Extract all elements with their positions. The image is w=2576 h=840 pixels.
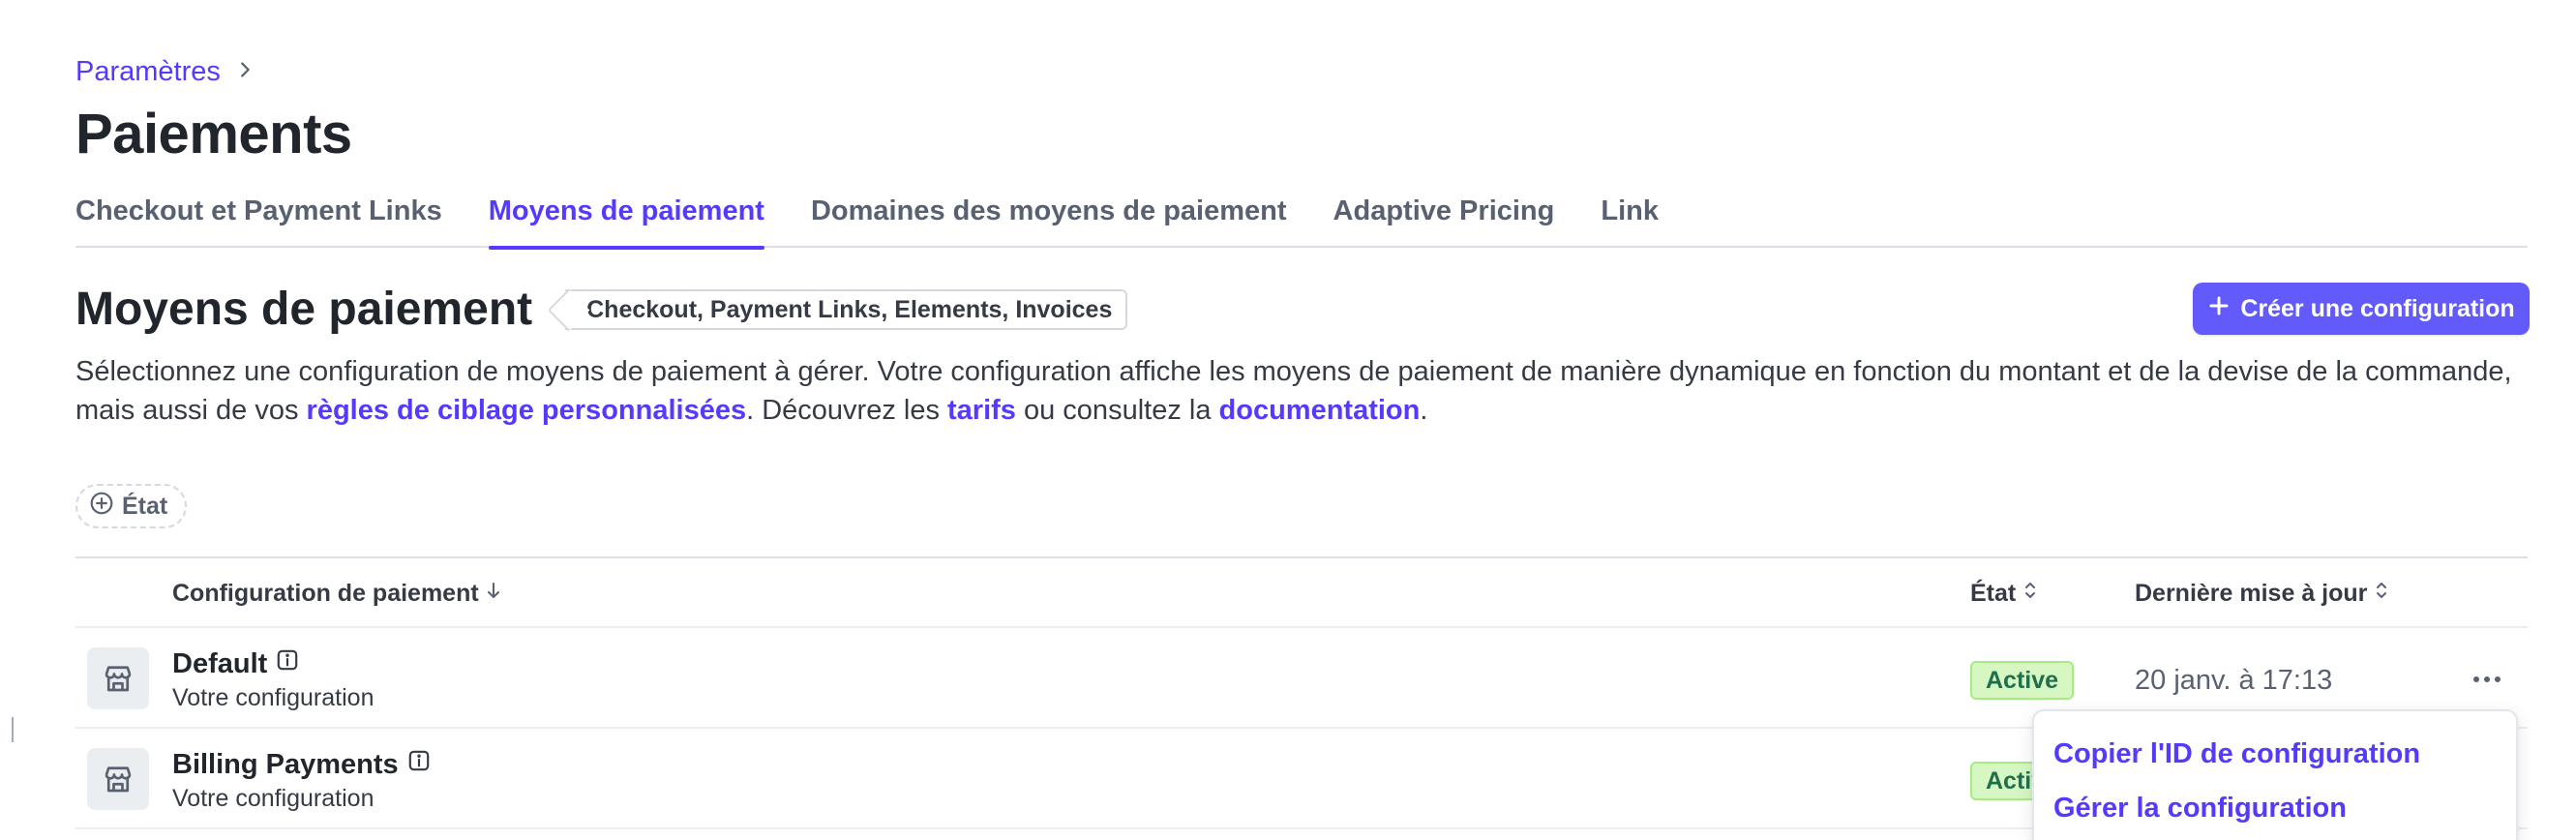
description-text-3: ou consultez la [1015,395,1219,426]
payments-settings-page: Paramètres Paiements Checkout et Payment… [0,0,2576,840]
section-header: Moyens de paiement Checkout, Payment Lin… [75,279,1128,341]
configuration-name-label: Default [172,647,268,679]
documentation-link[interactable]: documentation [1219,395,1421,426]
status-filter-chip[interactable]: État [75,484,188,528]
status-filter-label: État [122,492,168,520]
column-header-configuration[interactable]: Configuration de paiement [172,580,502,608]
configuration-name[interactable]: Billing Payments [172,748,432,781]
tab-adaptive-pricing[interactable]: Adaptive Pricing [1333,190,1555,248]
breadcrumb: Paramètres [75,54,255,89]
sort-icon [2373,580,2390,608]
row-actions-menu: Copier l'ID de configuration Gérer la co… [2032,709,2518,840]
info-icon[interactable] [275,647,300,680]
configuration-name[interactable]: Default [172,647,300,680]
status-badge: Active [1970,661,2075,700]
products-tag: Checkout, Payment Links, Elements, Invoi… [565,289,1128,330]
column-header-updated[interactable]: Dernière mise à jour [2135,580,2390,608]
custom-targeting-rules-link[interactable]: règles de ciblage personnalisées [307,395,747,426]
copy-configuration-id-menu-item[interactable]: Copier l'ID de configuration [2034,731,2516,785]
create-configuration-button[interactable]: Créer une configuration [2193,283,2530,335]
arrow-down-icon [485,580,502,608]
create-configuration-label: Créer une configuration [2240,294,2515,322]
chevron-right-icon [234,59,255,85]
tab-link[interactable]: Link [1601,190,1659,248]
tab-moyens-de-paiement[interactable]: Moyens de paiement [488,190,765,250]
configuration-name-label: Billing Payments [172,748,399,780]
description-text-4: . [1420,395,1428,426]
text-cursor [12,717,14,742]
plus-circle-icon [89,491,114,523]
column-label-status: État [1970,580,2017,607]
table-header: Configuration de paiement État Dernière … [75,556,2528,628]
storefront-icon [87,647,149,709]
tab-bar: Checkout et Payment Links Moyens de paie… [75,190,2528,250]
more-horizontal-icon[interactable] [2468,665,2506,694]
configuration-subtitle: Votre configuration [172,684,374,711]
column-label-configuration: Configuration de paiement [172,580,479,607]
configuration-subtitle: Votre configuration [172,785,374,812]
storefront-icon [87,748,149,810]
plus-icon [2207,294,2231,324]
section-description: Sélectionnez une configuration de moyens… [75,352,2533,430]
sort-icon [2022,580,2039,608]
info-icon[interactable] [406,748,432,781]
breadcrumb-link-parametres[interactable]: Paramètres [75,56,221,88]
tab-domaines-moyens-paiement[interactable]: Domaines des moyens de paiement [811,190,1287,248]
column-label-updated: Dernière mise à jour [2135,580,2368,607]
tab-checkout-payment-links[interactable]: Checkout et Payment Links [75,190,442,248]
manage-configuration-menu-item[interactable]: Gérer la configuration [2034,785,2516,839]
page-title: Paiements [75,103,352,165]
last-updated: 20 janv. à 17:13 [2135,665,2333,696]
column-header-status[interactable]: État [1970,580,2039,608]
section-title: Moyens de paiement [75,284,533,335]
pricing-link[interactable]: tarifs [947,395,1016,426]
description-text-2: . Découvrez les [746,395,948,426]
